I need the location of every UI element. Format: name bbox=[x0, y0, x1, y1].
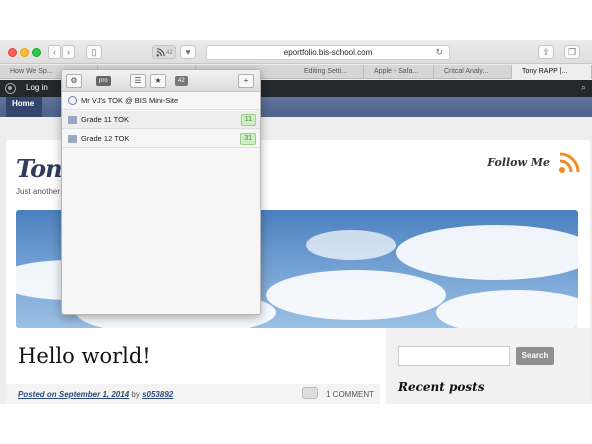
feed-row[interactable]: Grade 11 TOK 11 bbox=[62, 111, 260, 129]
chevron-left-icon: ‹ bbox=[53, 47, 56, 57]
share-button[interactable]: ⇧ bbox=[538, 45, 554, 59]
browser-window: ‹ › ▯ 42 ♥ eportfolio.bis-school.com ↻ ⇧… bbox=[0, 40, 592, 404]
nav-home[interactable]: Home bbox=[6, 97, 42, 117]
sidebar: Search Recent posts bbox=[386, 328, 590, 404]
post-title[interactable]: Hello world! bbox=[18, 344, 151, 368]
unread-count-badge: 42 bbox=[175, 76, 188, 86]
comments-link[interactable]: 1 COMMENT bbox=[326, 390, 374, 399]
site-tagline: Just another bbox=[16, 187, 61, 196]
tab-label: How We Sp... bbox=[10, 68, 53, 75]
folder-icon bbox=[68, 135, 77, 143]
feed-name: Grade 12 TOK bbox=[81, 134, 130, 143]
recent-posts-heading: Recent posts bbox=[398, 380, 485, 394]
tab-label: Critcal Analy... bbox=[444, 68, 489, 75]
nav-home-label: Home bbox=[12, 99, 35, 108]
reload-icon[interactable]: ↻ bbox=[435, 46, 443, 59]
show-tabs-button[interactable]: ❐ bbox=[564, 45, 580, 59]
search-input[interactable] bbox=[398, 346, 510, 366]
tab-5[interactable]: Critcal Analy... bbox=[434, 65, 512, 79]
close-window-button[interactable] bbox=[8, 48, 17, 57]
follow-me-label: Follow Me bbox=[487, 156, 550, 169]
pocket-button[interactable]: ♥ bbox=[180, 45, 196, 59]
site-name: Mr VJ's TOK @ BIS Mini-Site bbox=[81, 96, 179, 105]
pro-badge[interactable]: pro bbox=[96, 76, 111, 86]
tab-4[interactable]: Apple - Safa... bbox=[364, 65, 434, 79]
feed-count: 11 bbox=[240, 114, 256, 126]
feed-count-badge: 42 bbox=[166, 50, 173, 56]
post-date-link[interactable]: Posted on September 1, 2014 bbox=[18, 390, 129, 399]
tab-label: Apple - Safa... bbox=[374, 68, 419, 75]
url-text: eportfolio.bis-school.com bbox=[283, 48, 373, 57]
tab-active[interactable]: Tony RAPP |... bbox=[512, 65, 592, 79]
gear-icon: ⚙ bbox=[70, 76, 78, 85]
post-area: Hello world! Posted on September 1, 2014… bbox=[6, 328, 380, 404]
post-meta: Posted on September 1, 2014 by s053892 1… bbox=[6, 384, 380, 404]
post-author-link[interactable]: s053892 bbox=[142, 390, 173, 399]
sidebar-icon: ▯ bbox=[91, 47, 97, 57]
minimize-window-button[interactable] bbox=[20, 48, 29, 57]
list-icon: ☰ bbox=[134, 76, 142, 85]
post-by-label: by bbox=[131, 390, 140, 399]
feed-count: 31 bbox=[240, 133, 256, 145]
tab-3[interactable]: Editing Setti... bbox=[294, 65, 364, 79]
tabs-icon: ❐ bbox=[567, 47, 577, 57]
settings-button[interactable]: ⚙ bbox=[66, 74, 82, 88]
chevron-right-icon: › bbox=[67, 47, 70, 57]
rss-feed-icon[interactable] bbox=[558, 152, 580, 174]
back-button[interactable]: ‹ bbox=[48, 45, 61, 59]
folder-icon bbox=[68, 116, 77, 124]
globe-icon bbox=[68, 96, 77, 105]
tab-label: Editing Setti... bbox=[304, 68, 348, 75]
popup-toolbar: ⚙ pro ☰ ★ 42 + bbox=[62, 70, 260, 92]
wordpress-logo-icon[interactable] bbox=[5, 83, 16, 94]
tab-label: Tony RAPP |... bbox=[522, 68, 568, 75]
add-feed-button[interactable]: + bbox=[238, 74, 254, 88]
rss-extension-button[interactable]: 42 bbox=[152, 45, 176, 59]
feed-name: Grade 11 TOK bbox=[81, 115, 129, 124]
zoom-window-button[interactable] bbox=[32, 48, 41, 57]
login-link[interactable]: Log in bbox=[26, 83, 48, 92]
list-view-button[interactable]: ☰ bbox=[130, 74, 146, 88]
forward-button[interactable]: › bbox=[62, 45, 75, 59]
search-icon[interactable]: ⌕ bbox=[581, 82, 586, 93]
feed-row[interactable]: Grade 12 TOK 31 bbox=[62, 130, 260, 148]
address-bar[interactable]: eportfolio.bis-school.com ↻ bbox=[206, 45, 450, 60]
rss-icon bbox=[156, 48, 165, 57]
browser-toolbar: ‹ › ▯ 42 ♥ eportfolio.bis-school.com ↻ ⇧… bbox=[0, 40, 592, 64]
rss-feeds-popup: ⚙ pro ☰ ★ 42 + Mr VJ's TOK @ BIS Mini-Si… bbox=[61, 69, 261, 315]
sidebar-toggle-button[interactable]: ▯ bbox=[86, 45, 102, 59]
pocket-icon: ♥ bbox=[185, 47, 191, 57]
share-icon: ⇧ bbox=[542, 47, 550, 57]
plus-icon: + bbox=[243, 76, 249, 85]
site-row[interactable]: Mr VJ's TOK @ BIS Mini-Site bbox=[62, 92, 260, 110]
search-button[interactable]: Search bbox=[516, 347, 554, 365]
star-icon: ★ bbox=[154, 76, 162, 85]
comment-icon[interactable] bbox=[302, 387, 318, 399]
favorites-button[interactable]: ★ bbox=[150, 74, 166, 88]
